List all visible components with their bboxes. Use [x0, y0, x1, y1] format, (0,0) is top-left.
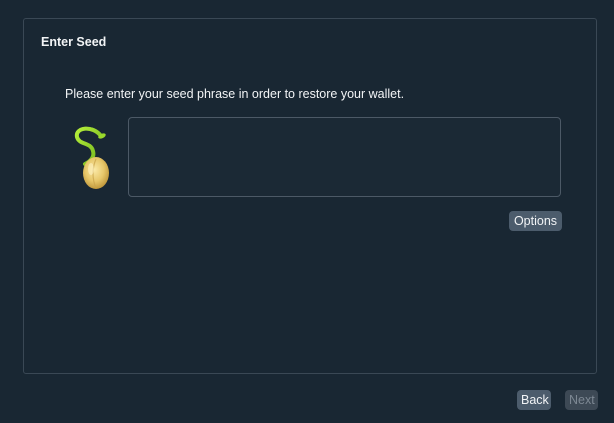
panel-title: Enter Seed — [41, 35, 107, 49]
next-button[interactable]: Next — [565, 390, 598, 410]
enter-seed-panel: Enter Seed Please enter your seed phrase… — [23, 18, 597, 374]
seed-phrase-input[interactable] — [128, 117, 561, 197]
back-button[interactable]: Back — [517, 390, 551, 410]
wizard-window: Enter Seed Please enter your seed phrase… — [0, 0, 614, 423]
options-button[interactable]: Options — [509, 211, 562, 231]
instruction-text: Please enter your seed phrase in order t… — [65, 87, 405, 101]
sprouting-seed-icon — [74, 126, 109, 189]
